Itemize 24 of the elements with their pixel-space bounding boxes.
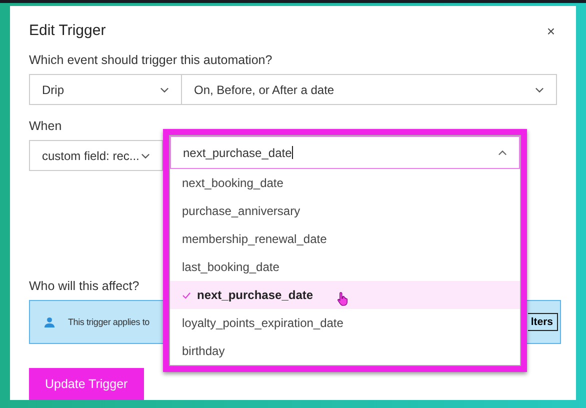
field-label: Which event should trigger this automation? — [29, 53, 272, 67]
chevron-up-icon — [498, 150, 507, 156]
chevron-down-icon — [535, 86, 544, 92]
chevron-down-icon — [160, 86, 169, 92]
dropdown-option[interactable]: last_booking_date — [170, 253, 520, 281]
field-select[interactable]: custom field: rec... — [29, 140, 163, 171]
search-field[interactable]: next_purchase_date — [170, 136, 520, 169]
field-label: When — [29, 119, 62, 133]
dropdown-option[interactable]: loyalty_points_expiration_date — [170, 309, 520, 337]
event-type-select[interactable]: Drip — [29, 74, 182, 105]
dropdown-option[interactable]: next_booking_date — [170, 169, 520, 197]
event-timing-select[interactable]: On, Before, or After a date — [182, 74, 557, 105]
dialog-title: Edit Trigger — [29, 22, 106, 39]
person-icon — [44, 316, 55, 328]
close-button[interactable]: × — [544, 22, 557, 38]
dropdown-option[interactable]: purchase_anniversary — [170, 197, 520, 225]
field-label: Who will this affect? — [29, 279, 140, 293]
check-icon — [182, 292, 191, 298]
dropdown-option[interactable]: birthday — [170, 337, 520, 365]
hand-cursor-icon — [337, 290, 350, 306]
chevron-down-icon — [141, 152, 150, 158]
dropdown-option[interactable]: membership_renewal_date — [170, 225, 520, 253]
dropdown-option[interactable]: next_purchase_date — [170, 281, 520, 309]
info-text: This trigger applies to — [68, 317, 150, 327]
